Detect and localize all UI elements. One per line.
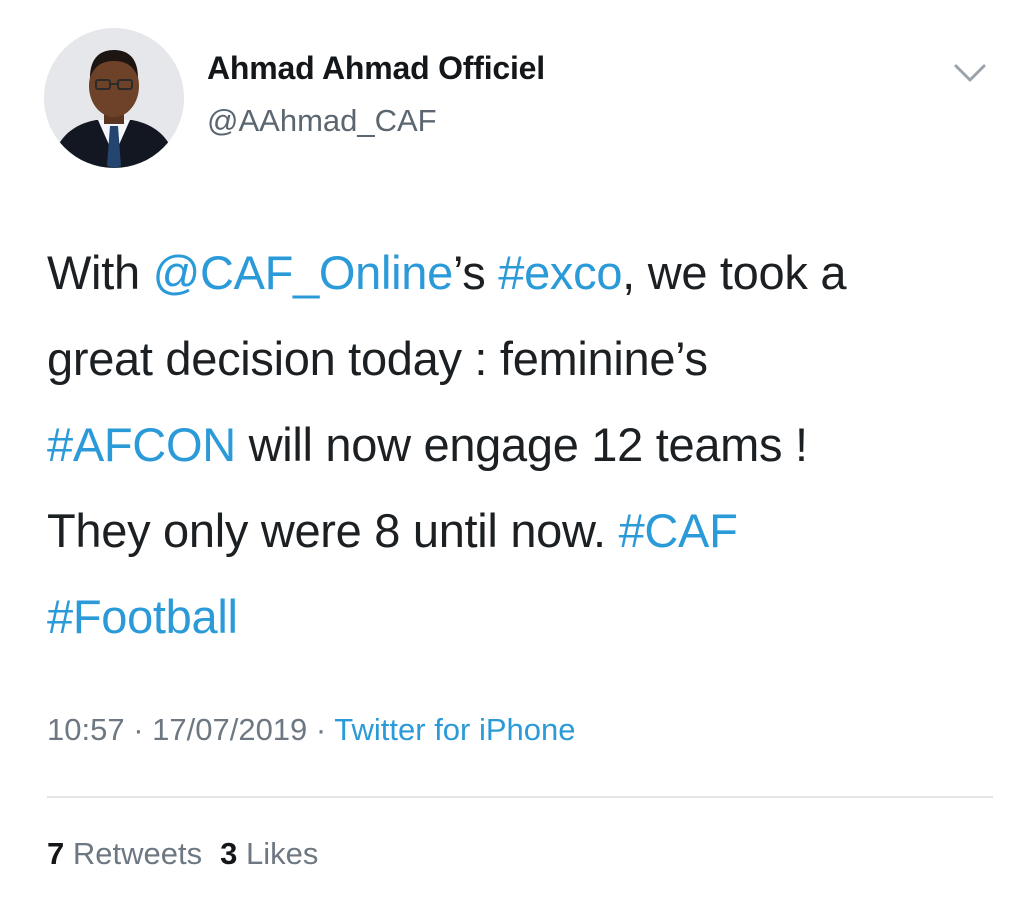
hashtag-link[interactable]: #exco (498, 246, 622, 299)
tweet-meta: 10:57 · 17/07/2019 · Twitter for iPhone (47, 712, 576, 748)
likes-count: 3 (220, 836, 238, 871)
retweets-stat[interactable]: 7 Retweets (47, 836, 202, 871)
hashtag-link[interactable]: #CAF (619, 504, 738, 557)
hashtag-link[interactable]: #Football (47, 590, 238, 643)
tweet-stats: 7 Retweets 3 Likes (47, 836, 318, 872)
avatar-portrait-icon (44, 28, 184, 168)
tweet-line: They only were 8 until now. #CAF (47, 488, 997, 574)
tweet-line: #Football (47, 574, 997, 660)
text-segment: , we took a (622, 246, 847, 299)
divider (47, 796, 993, 798)
tweet-text: With @CAF_Online’s #exco, we took a grea… (47, 230, 997, 660)
text-segment: ’s (452, 246, 499, 299)
user-handle[interactable]: @AAhmad_CAF (207, 103, 437, 139)
text-segment: great decision today : feminine’s (47, 332, 708, 385)
mention-link[interactable]: @CAF_Online (153, 246, 454, 299)
tweet-date: 17/07/2019 (152, 712, 308, 747)
text-segment: They only were 8 until now. (47, 504, 619, 557)
likes-stat[interactable]: 3 Likes (220, 836, 318, 871)
display-name[interactable]: Ahmad Ahmad Officiel (207, 50, 545, 87)
tweet-line: With @CAF_Online’s #exco, we took a (47, 230, 997, 316)
meta-separator: · (307, 712, 335, 747)
tweet-line: great decision today : feminine’s (47, 316, 997, 402)
tweet-line: #AFCON will now engage 12 teams ! (47, 402, 997, 488)
retweets-count: 7 (47, 836, 65, 871)
meta-separator: · (124, 712, 153, 747)
hashtag-link[interactable]: #AFCON (47, 418, 236, 471)
tweet-source-link[interactable]: Twitter for iPhone (334, 712, 575, 747)
tweet-time: 10:57 (47, 712, 125, 747)
text-segment: will now engage 12 teams ! (235, 418, 808, 471)
tweet-card: Ahmad Ahmad Officiel @AAhmad_CAF With @C… (0, 0, 1024, 910)
chevron-down-icon[interactable] (944, 56, 996, 92)
avatar[interactable] (44, 28, 184, 168)
text-segment: With (47, 246, 153, 299)
likes-label: Likes (245, 836, 319, 871)
retweets-label: Retweets (72, 836, 203, 871)
